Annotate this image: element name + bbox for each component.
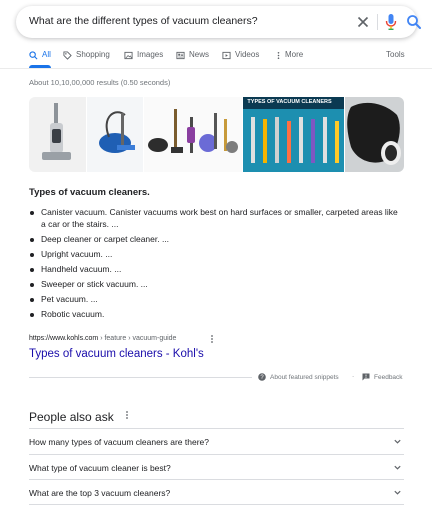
result-citation: https://www.kohls.com › feature › vacuum…	[29, 335, 176, 342]
feedback-icon	[362, 373, 370, 381]
tab-more[interactable]: More	[274, 50, 303, 68]
about-label: About featured snippets	[270, 373, 339, 381]
snippet-divider	[29, 377, 252, 378]
list-item: Pet vacuum. ...	[29, 294, 404, 306]
result-stats: About 10,10,00,000 results (0.50 seconds…	[29, 78, 171, 87]
search-tabs: All Shopping Images News Videos More Too…	[0, 46, 432, 68]
tools-button[interactable]: Tools	[386, 50, 405, 68]
list-item[interactable]: What are the top 3 vacuum cleaners?	[29, 479, 404, 505]
microphone-icon[interactable]	[385, 13, 397, 31]
tools-label: Tools	[386, 50, 405, 59]
list-item[interactable]: How many types of vacuum cleaners are th…	[29, 428, 404, 454]
list-item: Deep cleaner or carpet cleaner. ...	[29, 234, 404, 246]
chevron-down-icon	[394, 490, 401, 495]
image-robot-vacuum[interactable]	[345, 97, 404, 172]
snippet-title: Types of vacuum cleaners.	[29, 187, 150, 198]
tab-label: Shopping	[76, 50, 110, 59]
tab-label: All	[42, 50, 51, 59]
tab-label: Images	[137, 50, 164, 59]
image-banner-text: TYPES OF VACUUM CLEANERS	[247, 99, 332, 105]
chevron-down-icon	[394, 465, 401, 470]
people-also-ask-list: How many types of vacuum cleaners are th…	[29, 428, 404, 505]
search-bar[interactable]: What are the different types of vacuum c…	[16, 6, 421, 38]
tab-label: News	[189, 50, 210, 59]
feedback-button[interactable]: Feedback	[362, 373, 403, 381]
tab-all[interactable]: All	[29, 50, 51, 68]
list-item: Canister vacuum. Canister vacuums work b…	[29, 207, 404, 230]
image-canister-vacuum[interactable]	[86, 97, 143, 172]
vacuum-collection-illustration	[147, 109, 238, 153]
tag-icon	[63, 51, 72, 60]
list-item: Robotic vacuum.	[29, 309, 404, 321]
more-vert-icon	[277, 51, 280, 60]
question-text: What are the top 3 vacuum cleaners?	[29, 488, 171, 498]
image-vacuum-collection[interactable]	[143, 97, 243, 172]
video-icon	[222, 51, 231, 60]
question-text: How many types of vacuum cleaners are th…	[29, 437, 210, 447]
types-banner-illustration	[243, 97, 345, 163]
tab-label: Videos	[235, 50, 260, 59]
tab-news[interactable]: News	[176, 50, 209, 68]
tab-label: More	[285, 50, 304, 59]
image-strip: TYPES OF VACUUM CLEANERS	[29, 97, 404, 172]
question-text: What type of vacuum cleaner is best?	[29, 462, 171, 473]
search-icon[interactable]	[406, 14, 422, 30]
list-item: Upright vacuum. ...	[29, 249, 404, 261]
more-vert-icon[interactable]	[124, 410, 130, 420]
search-icon	[29, 51, 38, 60]
cite-domain: https://www.kohls.com	[29, 335, 99, 342]
help-icon: ?	[258, 373, 266, 381]
news-icon	[176, 51, 185, 60]
robot-vacuum-illustration	[347, 102, 402, 165]
list-item: Handheld vacuum. ...	[29, 264, 404, 276]
list-item: Sweeper or stick vacuum. ...	[29, 279, 404, 291]
snippet-footer: ? About featured snippets · Feedback	[252, 371, 404, 385]
tabs-divider	[0, 68, 432, 69]
clear-icon[interactable]	[355, 14, 371, 30]
more-vert-icon[interactable]	[209, 334, 215, 344]
snippet-list: Canister vacuum. Canister vacuums work b…	[29, 207, 404, 324]
upright-vacuum-illustration	[42, 103, 71, 160]
people-also-ask-title: People also ask	[29, 410, 114, 424]
result-link[interactable]: Types of vacuum cleaners - Kohl's	[29, 348, 204, 360]
image-icon	[124, 51, 133, 60]
about-featured-snippets[interactable]: ? About featured snippets	[258, 373, 339, 381]
search-divider	[377, 14, 378, 30]
chevron-down-icon	[394, 439, 401, 444]
cite-path: › feature › vacuum-guide	[98, 335, 177, 342]
canister-vacuum-illustration	[98, 111, 135, 153]
list-item[interactable]: What type of vacuum cleaner is best?	[29, 453, 404, 480]
separator-dot: ·	[352, 373, 355, 380]
tab-images[interactable]: Images	[124, 50, 163, 68]
image-upright-vacuum[interactable]	[29, 97, 86, 172]
tab-shopping[interactable]: Shopping	[63, 50, 110, 68]
image-types-banner[interactable]: TYPES OF VACUUM CLEANERS	[243, 97, 345, 172]
feedback-label: Feedback	[374, 373, 403, 381]
tab-videos[interactable]: Videos	[222, 50, 259, 68]
search-input[interactable]: What are the different types of vacuum c…	[29, 15, 258, 27]
